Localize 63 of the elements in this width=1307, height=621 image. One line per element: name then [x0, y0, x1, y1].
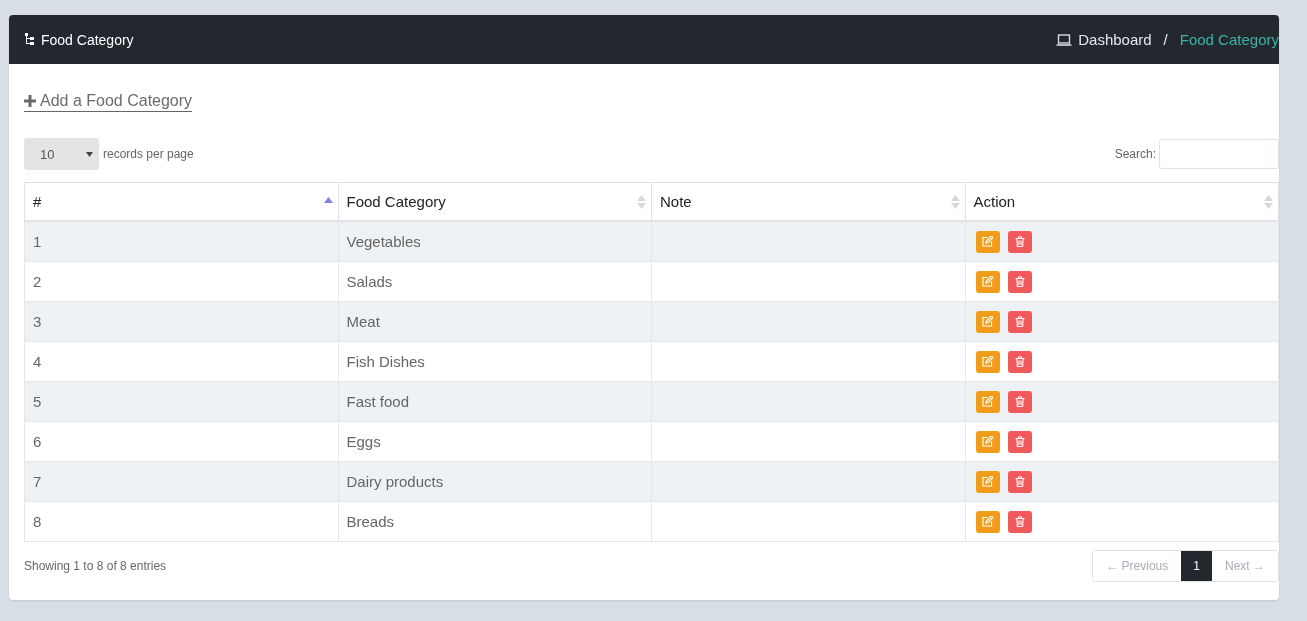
delete-button[interactable] [1007, 390, 1032, 413]
table-cell: Salads [338, 261, 652, 302]
table-cell: 3 [24, 301, 338, 342]
edit-icon [982, 316, 993, 327]
delete-button[interactable] [1007, 230, 1032, 253]
table-info: Showing 1 to 8 of 8 entries [24, 559, 167, 573]
table-cell: Eggs [338, 421, 652, 462]
table-cell: Dairy products [338, 461, 652, 502]
page-title: Food Category [41, 31, 134, 48]
table-cell: 5 [24, 381, 338, 422]
edit-button[interactable] [975, 270, 1000, 293]
edit-button[interactable] [975, 390, 1000, 413]
search-field[interactable] [1159, 139, 1279, 169]
edit-button[interactable] [975, 470, 1000, 493]
plus-icon [24, 95, 36, 107]
search-label: Search: [1114, 147, 1156, 161]
delete-button[interactable] [1007, 510, 1032, 533]
edit-icon [982, 236, 993, 247]
edit-icon [982, 396, 993, 407]
sitemap-icon [25, 33, 35, 46]
delete-button[interactable] [1007, 310, 1032, 333]
table-cell: 8 [24, 501, 338, 542]
edit-button[interactable] [975, 430, 1000, 453]
table-cell: Breads [338, 501, 652, 542]
page-length-select[interactable]: 10 [24, 138, 99, 170]
table-cell: Fast food [338, 381, 652, 422]
trash-icon [1014, 396, 1025, 407]
records-per-page-label: records per page [103, 147, 194, 161]
table-cell: Vegetables [338, 221, 652, 262]
breadcrumb-separator: / [1162, 31, 1169, 48]
table-cell: 2 [24, 261, 338, 302]
breadcrumb-item[interactable]: Dashboard [1078, 31, 1152, 48]
edit-button[interactable] [975, 350, 1000, 373]
table-cell: 6 [24, 421, 338, 462]
table-cell: 7 [24, 461, 338, 502]
table-cell: Meat [338, 301, 652, 342]
trash-icon [1014, 476, 1025, 487]
delete-button[interactable] [1007, 350, 1032, 373]
table-cell: 1 [24, 221, 338, 262]
page-button[interactable]: 1 [1181, 551, 1212, 581]
edit-icon [982, 516, 993, 527]
table-cell: Fish Dishes [338, 341, 652, 382]
caret-icon [86, 151, 93, 157]
add-food-category-link[interactable]: Add a Food Category [24, 92, 193, 112]
breadcrumb-item[interactable]: Food Category [1179, 31, 1279, 48]
edit-button[interactable] [975, 510, 1000, 533]
laptop-icon [1056, 33, 1073, 46]
trash-icon [1014, 516, 1025, 527]
edit-icon [982, 276, 993, 287]
table-cell: 4 [24, 341, 338, 382]
trash-icon [1014, 276, 1025, 287]
delete-button[interactable] [1007, 430, 1032, 453]
delete-button[interactable] [1007, 270, 1032, 293]
edit-button[interactable] [975, 230, 1000, 253]
edit-button[interactable] [975, 310, 1000, 333]
trash-icon [1014, 436, 1025, 447]
edit-icon [982, 436, 993, 447]
edit-icon [982, 356, 993, 367]
trash-icon [1014, 356, 1025, 367]
trash-icon [1014, 316, 1025, 327]
delete-button[interactable] [1007, 470, 1032, 493]
edit-icon [982, 476, 993, 487]
trash-icon [1014, 236, 1025, 247]
